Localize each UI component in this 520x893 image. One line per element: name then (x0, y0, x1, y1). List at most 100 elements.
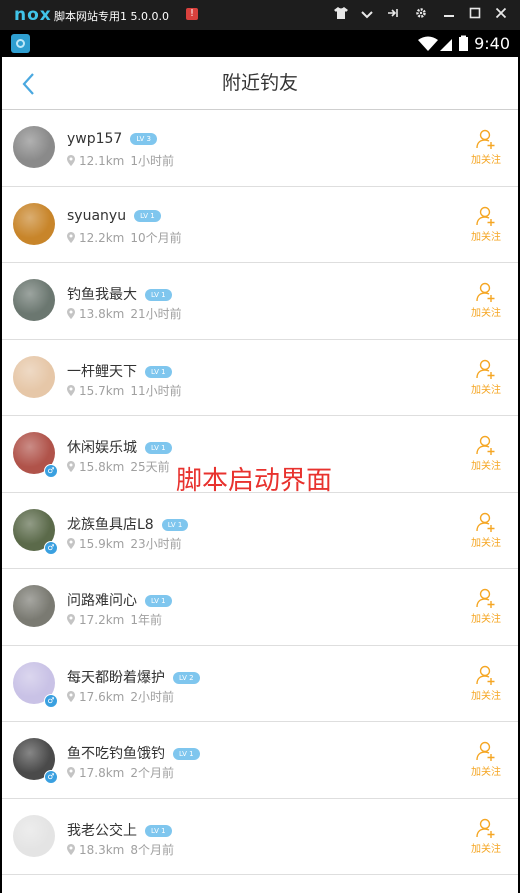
user-name[interactable]: 龙族鱼具店L8 (67, 517, 154, 533)
user-name[interactable]: 休闲娱乐城 (67, 440, 137, 456)
user-name-line: 一杆鲤天下 LV 1 (67, 361, 172, 381)
level-badge: LV 3 (130, 133, 157, 145)
user-row[interactable]: 问路难问心 LV 1 17.2km 1年前 加关注 (2, 569, 518, 646)
add-user-icon (476, 129, 495, 149)
location-pin-icon (67, 155, 75, 166)
chevron-down-icon[interactable] (358, 6, 376, 24)
avatar[interactable] (13, 355, 55, 398)
location-pin-icon (67, 384, 75, 396)
user-name[interactable]: syuanyu (67, 208, 126, 224)
level-badge: LV 1 (145, 442, 172, 454)
user-row[interactable]: 我老公交上 LV 1 18.3km 8个月前 加关注 (2, 798, 518, 875)
user-row[interactable]: ♂ 鱼不吃钓鱼饿钓 LV 1 17.8km 2个月前 加关注 (2, 722, 518, 799)
follow-button[interactable]: 加关注 (468, 511, 504, 549)
distance: 15.9km (79, 536, 125, 551)
user-name-line: 每天都盼着爆护 LV 2 (67, 667, 200, 687)
user-name[interactable]: 鱼不吃钓鱼饿钓 (67, 746, 165, 762)
user-meta: 12.2km 10个月前 (67, 229, 182, 246)
last-active-time: 8个月前 (130, 842, 174, 857)
avatar[interactable] (13, 279, 55, 321)
app-notification-icon (11, 34, 30, 53)
user-name[interactable]: 我老公交上 (67, 823, 137, 839)
signal-icon (440, 39, 452, 51)
last-active-time: 2小时前 (130, 689, 174, 704)
level-badge: LV 1 (173, 748, 200, 760)
distance: 17.6km (79, 689, 125, 704)
distance: 15.7km (79, 383, 125, 398)
maximize-icon[interactable] (466, 6, 484, 24)
follow-button[interactable]: 加关注 (468, 281, 504, 319)
user-row[interactable]: 一杆鲤天下 LV 1 15.7km 11小时前 加关注 (2, 339, 518, 416)
location-pin-icon (67, 614, 75, 625)
last-active-time: 1小时前 (130, 154, 174, 168)
user-row[interactable]: ♂ 龙族鱼具店L8 LV 1 15.9km 23小时前 加关注 (2, 492, 518, 569)
user-name-line: 我老公交上 LV 1 (67, 820, 172, 840)
page-title: 附近钓友 (221, 72, 298, 94)
user-meta: 17.2km 1年前 (67, 611, 162, 628)
distance: 17.8km (79, 766, 125, 780)
location-pin-icon (67, 537, 75, 549)
emulator-logo: nox (14, 5, 52, 25)
avatar[interactable] (13, 202, 55, 245)
avatar[interactable] (13, 585, 55, 627)
shirt-icon[interactable] (332, 6, 350, 24)
follow-button[interactable]: 加关注 (468, 205, 504, 243)
wifi-icon (418, 36, 438, 51)
pin-window-icon[interactable] (384, 6, 402, 24)
follow-button[interactable]: 加关注 (468, 128, 504, 166)
user-name[interactable]: 问路难问心 (67, 593, 137, 609)
follow-button[interactable]: 加关注 (468, 587, 504, 625)
nav-bar: 附近钓友 (2, 57, 518, 110)
user-name[interactable]: 每天都盼着爆护 (67, 670, 165, 686)
user-name[interactable]: 钓鱼我最大 (67, 287, 137, 303)
user-row[interactable]: syuanyu LV 1 12.2km 10个月前 加关注 (2, 186, 518, 263)
user-row[interactable]: 钓鱼我最大 LV 1 13.8km 21小时前 加关注 (2, 263, 518, 340)
user-meta: 13.8km 21小时前 (67, 305, 182, 322)
user-name-line: ywp157 LV 3 (67, 131, 157, 147)
distance: 13.8km (79, 307, 125, 321)
status-indicators (418, 35, 478, 57)
level-badge: LV 1 (145, 595, 172, 607)
avatar[interactable] (13, 126, 55, 168)
follow-button[interactable]: 加关注 (468, 664, 504, 702)
male-gender-icon: ♂ (44, 770, 58, 784)
location-pin-icon (67, 843, 75, 855)
follow-label: 加关注 (471, 384, 501, 396)
user-meta: 17.8km 2个月前 (67, 764, 174, 781)
follow-label: 加关注 (471, 537, 501, 549)
level-badge: LV 1 (145, 289, 172, 301)
follow-button[interactable]: 加关注 (468, 817, 504, 855)
add-user-icon (476, 206, 495, 226)
user-meta: 15.8km 25天前 (67, 458, 170, 475)
user-name[interactable]: ywp157 (67, 131, 122, 147)
user-name[interactable]: 一杆鲤天下 (67, 364, 137, 380)
add-user-icon (476, 282, 495, 302)
avatar[interactable] (13, 814, 55, 857)
user-row[interactable]: ywp157 LV 3 12.1km 1小时前 加关注 (2, 110, 518, 187)
minimize-icon[interactable] (440, 6, 458, 24)
user-meta: 18.3km 8个月前 (67, 841, 174, 858)
level-badge: LV 1 (145, 824, 172, 837)
add-user-icon (476, 818, 495, 838)
add-user-icon (476, 512, 495, 532)
user-row[interactable]: ♂ 每天都盼着爆护 LV 2 17.6km 2小时前 加关注 (2, 645, 518, 722)
close-icon[interactable] (492, 6, 510, 24)
follow-label: 加关注 (471, 843, 501, 855)
male-gender-icon: ♂ (44, 464, 58, 478)
follow-button[interactable]: 加关注 (468, 740, 504, 778)
distance: 15.8km (79, 460, 125, 474)
user-meta: 17.6km 2小时前 (67, 688, 174, 705)
emulator-alert-badge[interactable]: ! (186, 8, 198, 20)
last-active-time: 2个月前 (130, 766, 174, 780)
male-gender-icon: ♂ (44, 693, 58, 708)
level-badge: LV 2 (173, 671, 200, 684)
add-user-icon (476, 665, 495, 685)
battery-icon (459, 35, 468, 51)
male-gender-icon: ♂ (44, 540, 58, 555)
gear-icon[interactable] (412, 6, 430, 24)
follow-button[interactable]: 加关注 (468, 434, 504, 472)
status-clock: 9:40 (474, 34, 510, 53)
location-pin-icon (67, 767, 75, 778)
follow-button[interactable]: 加关注 (468, 358, 504, 396)
emulator-window-title: 脚本网站专用1 5.0.0.0 (54, 10, 169, 23)
